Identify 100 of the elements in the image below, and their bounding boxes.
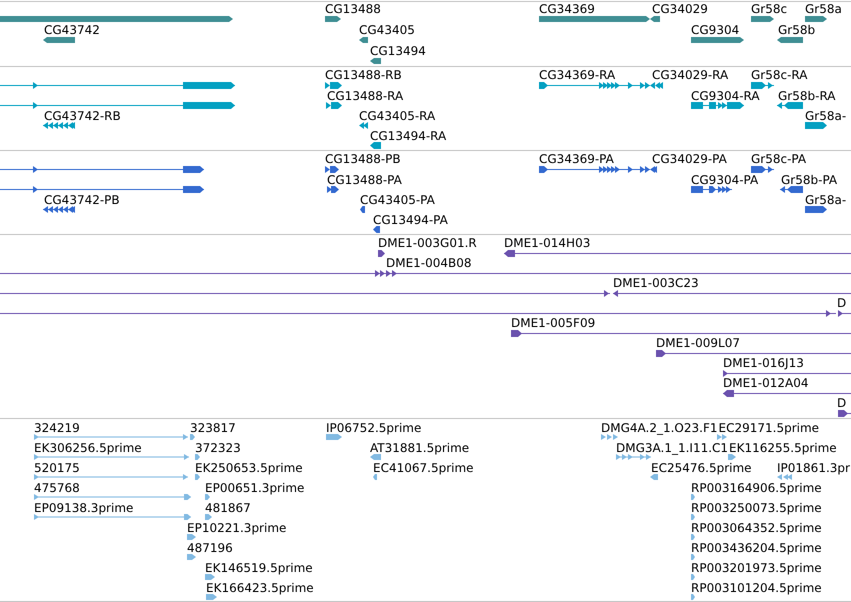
protein-feature[interactable] xyxy=(650,166,657,172)
transcript-feature[interactable] xyxy=(805,122,827,128)
est-feature[interactable] xyxy=(206,594,217,600)
est-feature[interactable] xyxy=(34,434,188,440)
est-label: RP003201973.5prime xyxy=(691,562,822,574)
transcript-label: CG13488-RB xyxy=(325,69,402,82)
est-label: DMG4A.2_1.O23.F1 xyxy=(601,422,718,434)
clone-feature[interactable] xyxy=(0,290,610,296)
est-label: EP00651.3prime xyxy=(205,482,304,494)
clone-label: DME1-003G01.R xyxy=(378,236,477,250)
clone-feature[interactable] xyxy=(838,410,851,416)
transcript-feature[interactable] xyxy=(650,82,663,88)
est-label: 372323 xyxy=(195,442,241,454)
est-feature[interactable] xyxy=(691,594,695,600)
est-feature[interactable] xyxy=(728,454,736,460)
protein-feature[interactable] xyxy=(805,206,827,212)
clone-feature[interactable] xyxy=(504,250,851,256)
gene-feature[interactable] xyxy=(370,58,381,64)
est-feature[interactable] xyxy=(691,514,695,520)
est-feature[interactable] xyxy=(190,434,195,440)
gene-label: CG34369 xyxy=(539,3,595,16)
est-feature[interactable] xyxy=(717,434,727,440)
gene-feature[interactable] xyxy=(777,37,803,43)
gene-feature[interactable] xyxy=(691,37,744,43)
protein-feature[interactable] xyxy=(780,186,803,192)
transcript-label: CG9304-RA xyxy=(691,90,760,102)
protein-feature[interactable] xyxy=(360,206,365,212)
clone-feature[interactable] xyxy=(838,310,851,316)
protein-feature[interactable] xyxy=(0,166,204,172)
est-feature[interactable] xyxy=(195,454,200,460)
transcript-feature[interactable] xyxy=(691,102,744,108)
est-feature[interactable] xyxy=(195,474,200,480)
est-feature[interactable] xyxy=(187,554,196,560)
est-feature[interactable] xyxy=(691,534,695,540)
est-label: 487196 xyxy=(187,542,233,554)
transcript-feature[interactable] xyxy=(751,82,774,88)
protein-feature[interactable] xyxy=(373,226,380,232)
est-feature[interactable] xyxy=(691,554,695,560)
est-label: DMG3A.1_1.I11.C1 xyxy=(616,442,728,454)
est-label: EK116255.5prime xyxy=(729,442,837,454)
transcript-feature[interactable] xyxy=(325,82,342,88)
clone-feature[interactable] xyxy=(723,370,851,376)
est-feature[interactable] xyxy=(650,474,658,480)
protein-feature[interactable] xyxy=(691,186,732,192)
protein-label: CG34029-PA xyxy=(652,152,727,166)
est-feature[interactable] xyxy=(205,494,210,500)
protein-feature[interactable] xyxy=(327,186,339,192)
est-feature[interactable] xyxy=(691,494,695,500)
protein-feature[interactable] xyxy=(325,166,339,172)
clone-feature[interactable] xyxy=(511,330,851,336)
transcript-feature[interactable] xyxy=(326,102,342,108)
transcript-feature[interactable] xyxy=(0,82,235,88)
protein-feature[interactable] xyxy=(43,206,75,212)
clone-feature[interactable] xyxy=(0,310,836,316)
clone-feature[interactable] xyxy=(723,390,851,396)
transcript-feature[interactable] xyxy=(777,102,803,108)
transcript-feature[interactable] xyxy=(0,102,235,108)
gene-feature[interactable] xyxy=(0,16,233,22)
est-label: RP003436204.5prime xyxy=(691,542,822,554)
est-feature[interactable] xyxy=(370,454,381,460)
est-label: EK306256.5prime xyxy=(34,442,142,454)
transcript-feature[interactable] xyxy=(370,142,381,148)
est-label: IP01861.3pr xyxy=(777,462,850,474)
est-feature[interactable] xyxy=(205,574,215,580)
est-label: EK166423.5prime xyxy=(206,582,314,594)
protein-feature[interactable] xyxy=(751,166,774,172)
gene-label: CG9304 xyxy=(691,24,740,36)
protein-label: CG9304-PA xyxy=(691,174,758,186)
gene-feature[interactable] xyxy=(359,37,368,43)
gene-feature[interactable] xyxy=(751,16,774,22)
est-feature[interactable] xyxy=(187,534,196,540)
clone-feature[interactable] xyxy=(378,250,385,256)
est-feature[interactable] xyxy=(601,434,620,440)
gene-label: Gr58c xyxy=(751,3,788,16)
est-label: IP06752.5prime xyxy=(326,422,422,434)
protein-feature[interactable] xyxy=(0,186,204,192)
est-feature[interactable] xyxy=(34,474,188,480)
est-feature[interactable] xyxy=(34,514,191,520)
est-feature[interactable] xyxy=(34,494,191,500)
clone-feature[interactable] xyxy=(656,350,851,356)
est-feature[interactable] xyxy=(691,574,695,580)
est-feature[interactable] xyxy=(326,434,342,440)
est-feature[interactable] xyxy=(777,474,792,480)
protein-label: CG43405-PA xyxy=(360,194,435,206)
transcript-feature[interactable] xyxy=(43,122,75,128)
est-label: EK250653.5prime xyxy=(195,462,303,474)
gene-feature[interactable] xyxy=(43,37,75,43)
gene-feature[interactable] xyxy=(805,16,827,22)
transcript-label: Gr58c-RA xyxy=(751,69,808,82)
est-feature[interactable] xyxy=(373,474,377,480)
gene-label: Gr58a xyxy=(805,3,842,16)
gene-feature[interactable] xyxy=(325,16,341,22)
gene-feature[interactable] xyxy=(650,16,660,22)
transcript-label: CG43405-RA xyxy=(359,110,436,122)
transcript-feature[interactable] xyxy=(359,122,368,128)
est-feature[interactable] xyxy=(616,454,651,460)
est-label: 520175 xyxy=(34,462,80,474)
est-feature[interactable] xyxy=(205,514,212,520)
est-feature[interactable] xyxy=(34,454,189,460)
clone-feature[interactable] xyxy=(613,290,851,296)
